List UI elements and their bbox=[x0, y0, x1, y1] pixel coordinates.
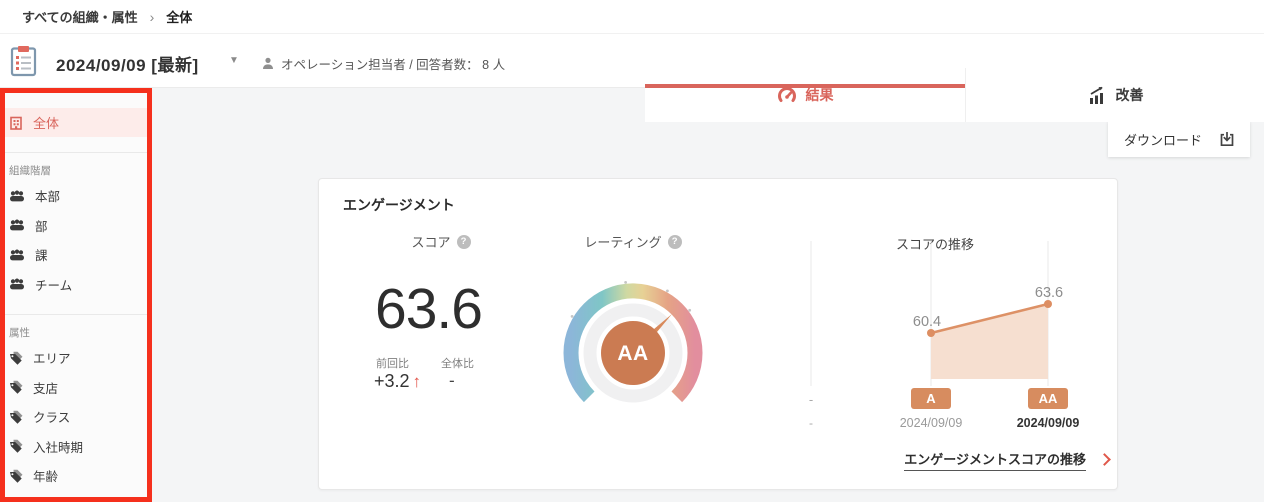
rating-gauge-chart: AA bbox=[563, 281, 703, 403]
active-tab-underline bbox=[645, 84, 965, 88]
sidebar-item-age[interactable]: 年齢 bbox=[0, 461, 152, 491]
chevron-down-icon[interactable]: ▼ bbox=[229, 55, 239, 66]
tab-improve[interactable]: 改善 bbox=[965, 68, 1264, 122]
sidebar-item-all[interactable]: 全体 bbox=[0, 108, 152, 137]
breadcrumb: すべての組織・属性 › 全体 bbox=[0, 0, 1264, 34]
sidebar-item-label: 全体 bbox=[33, 116, 60, 131]
rating-header-label: レーティング bbox=[584, 235, 662, 250]
trend-detail-link[interactable]: エンゲージメントスコアの推移 bbox=[904, 449, 1086, 471]
gauge-icon bbox=[777, 87, 796, 102]
sidebar-item-team[interactable]: チーム bbox=[0, 270, 152, 300]
group-icon bbox=[10, 219, 24, 231]
score-header: スコア ? bbox=[376, 232, 506, 251]
tag-icon bbox=[10, 381, 23, 394]
tag-icon bbox=[10, 469, 23, 483]
date-placeholder: - bbox=[809, 416, 813, 430]
period-selector[interactable]: 2024/09/09 [最新] bbox=[56, 51, 199, 76]
respondent-meta: オペレーション担当者 / 回答者数： 8 人 bbox=[262, 54, 505, 73]
overall-diff-value: - bbox=[449, 371, 455, 390]
trend-detail-link-row[interactable]: エンゲージメントスコアの推移 bbox=[859, 449, 1111, 471]
sidebar-item-label: 入社時期 bbox=[33, 440, 84, 455]
tag-icon bbox=[10, 410, 23, 424]
survey-clipboard-icon bbox=[10, 46, 37, 77]
breadcrumb-current: 全体 bbox=[166, 10, 193, 25]
download-button[interactable]: ダウンロード bbox=[1108, 121, 1250, 157]
group-icon bbox=[10, 249, 24, 261]
tag-icon bbox=[10, 351, 23, 365]
help-icon[interactable]: ? bbox=[667, 234, 682, 249]
sidebar-item-label: チーム bbox=[35, 278, 73, 293]
building-icon bbox=[10, 116, 22, 130]
group-icon bbox=[10, 190, 24, 202]
arrow-up-icon: ↑ bbox=[412, 372, 422, 391]
tag-icon bbox=[10, 440, 23, 453]
score-header-label: スコア bbox=[411, 235, 451, 250]
rating-badge-aa-label: AA bbox=[1039, 391, 1058, 406]
rating-placeholder: - bbox=[809, 392, 813, 407]
sidebar-divider bbox=[0, 152, 152, 153]
rating-header: レーティング ? bbox=[553, 232, 713, 251]
sidebar: 全体 組織階層 本部 部 課 チーム 属性 エリア 支店 クラス 入社時期 年齢 bbox=[0, 88, 152, 502]
tab-improve-label: 改善 bbox=[1115, 87, 1144, 103]
sidebar-divider bbox=[0, 314, 152, 315]
sidebar-section-attr: 属性 bbox=[9, 327, 30, 339]
person-icon bbox=[263, 57, 273, 69]
tab-results[interactable]: 結果 bbox=[645, 68, 965, 122]
sidebar-item-label: 本部 bbox=[35, 190, 61, 205]
group-icon bbox=[10, 278, 24, 290]
chevron-right-icon bbox=[1098, 453, 1111, 466]
sidebar-item-employment-type[interactable]: 雇用形態 bbox=[0, 491, 152, 502]
prev-diff-label: 前回比 bbox=[376, 358, 409, 370]
rating-value: AA bbox=[617, 342, 648, 365]
sidebar-item-label: 支店 bbox=[33, 381, 59, 396]
date-prev: 2024/09/09 bbox=[900, 416, 963, 430]
download-button-label: ダウンロード bbox=[1124, 132, 1203, 148]
help-icon[interactable]: ? bbox=[456, 234, 471, 249]
rating-badge-a-label: A bbox=[926, 391, 936, 406]
sidebar-item-label: 部 bbox=[35, 219, 48, 234]
date-latest: 2024/09/09 bbox=[1017, 416, 1080, 430]
breadcrumb-root[interactable]: すべての組織・属性 bbox=[22, 7, 138, 26]
point-label-prev: 60.4 bbox=[913, 314, 941, 330]
engagement-card: エンゲージメント スコア ? 63.6 前回比 全体比 +3.2 ↑ - レーテ… bbox=[318, 178, 1118, 490]
sidebar-item-area[interactable]: エリア bbox=[0, 343, 152, 373]
respondent-meta-text: オペレーション担当者 / 回答者数： 8 人 bbox=[281, 58, 506, 72]
tag-icon bbox=[10, 499, 21, 502]
download-icon bbox=[1220, 132, 1234, 147]
score-value: 63.6 bbox=[375, 277, 483, 341]
sidebar-item-label: 雇用形態 bbox=[33, 496, 83, 502]
sidebar-item-label: エリア bbox=[33, 352, 71, 367]
sidebar-item-label: クラス bbox=[33, 411, 71, 426]
sidebar-item-branch[interactable]: 支店 bbox=[0, 373, 152, 403]
sidebar-item-honbu[interactable]: 本部 bbox=[0, 181, 152, 211]
sidebar-item-ka[interactable]: 課 bbox=[0, 240, 152, 270]
app-header: 2024/09/09 [最新] ▼ オペレーション担当者 / 回答者数： 8 人… bbox=[0, 34, 1264, 122]
prev-diff-value: +3.2 ↑ bbox=[374, 371, 422, 391]
overall-diff-label: 全体比 bbox=[441, 358, 474, 370]
sidebar-item-bu[interactable]: 部 bbox=[0, 211, 152, 241]
score-trend-chart: 60.4 63.6 - A AA - 2024/09/09 2024/09/09 bbox=[809, 241, 1080, 430]
chevron-right-icon: › bbox=[149, 8, 155, 25]
card-title: エンゲージメント bbox=[343, 197, 455, 213]
sidebar-section-org: 組織階層 bbox=[9, 165, 51, 177]
trend-up-chart-icon bbox=[1089, 86, 1103, 104]
sidebar-item-join-date[interactable]: 入社時期 bbox=[0, 432, 152, 462]
point-label-latest: 63.6 bbox=[1035, 285, 1063, 301]
sidebar-item-class[interactable]: クラス bbox=[0, 402, 152, 432]
sidebar-item-label: 課 bbox=[35, 249, 48, 264]
tab-results-label: 結果 bbox=[805, 87, 834, 103]
sidebar-item-label: 年齢 bbox=[33, 470, 59, 485]
